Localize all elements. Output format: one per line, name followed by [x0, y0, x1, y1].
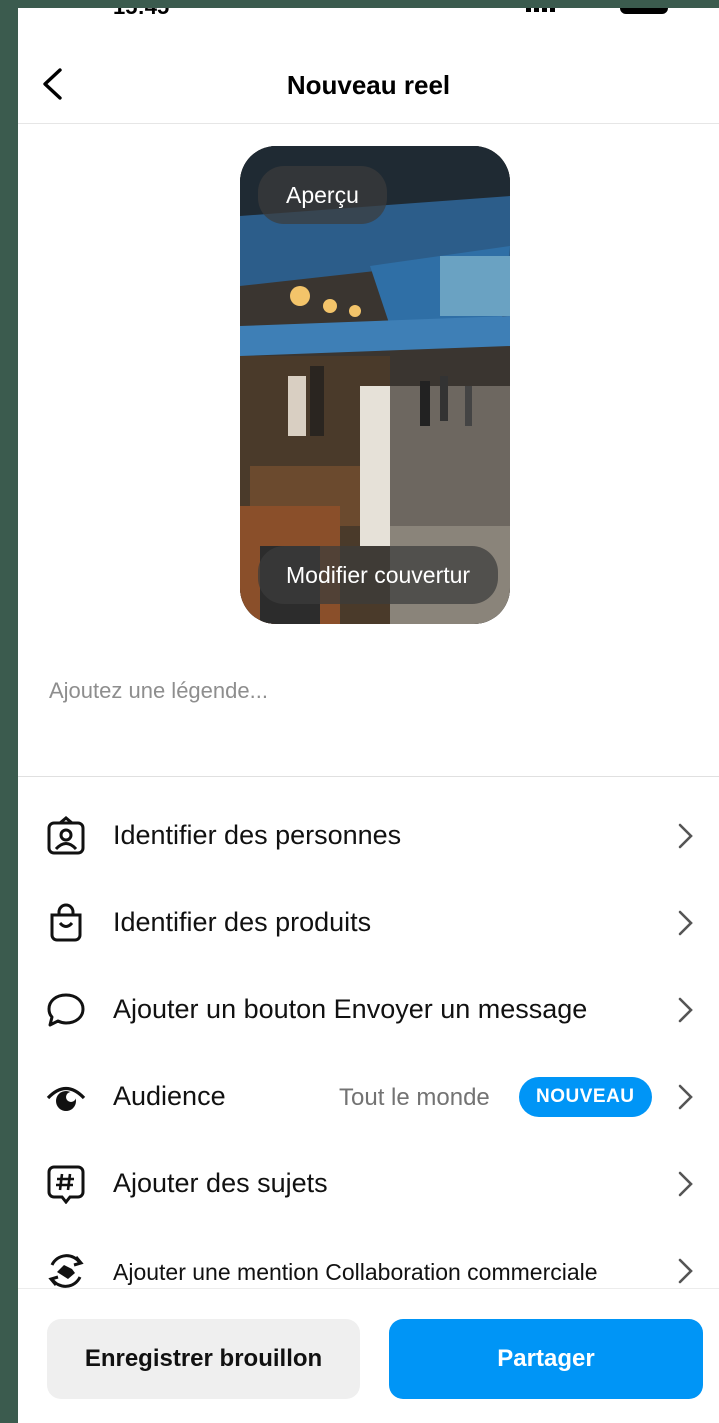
page-title: Nouveau reel	[286, 70, 451, 100]
signal-icon	[526, 8, 555, 12]
app-screen: 15:45 Nouveau reel	[18, 8, 719, 1423]
menu-item-topics[interactable]: Ajouter des sujets	[18, 1144, 719, 1224]
menu-item-message-button[interactable]: Ajouter un bouton Envoyer un message	[18, 970, 719, 1050]
new-badge: NOUVEAU	[519, 1077, 652, 1117]
preview-chip[interactable]: Aperçu	[258, 166, 387, 224]
menu-item-label: Ajouter des sujets	[113, 1168, 328, 1198]
chevron-right-icon	[678, 997, 693, 1023]
share-button[interactable]: Partager	[389, 1319, 703, 1399]
bottom-action-bar: Enregistrer brouillon Partager	[18, 1288, 719, 1423]
save-draft-button[interactable]: Enregistrer brouillon	[47, 1319, 360, 1399]
chevron-right-icon	[678, 1084, 693, 1110]
chevron-right-icon	[678, 823, 693, 849]
tag-person-icon	[47, 816, 85, 855]
hashtag-icon	[47, 1165, 85, 1204]
eye-icon	[46, 1086, 86, 1111]
menu-item-tag-products[interactable]: Identifier des produits	[18, 883, 719, 963]
audience-value: Tout le monde	[339, 1084, 490, 1111]
menu-item-audience[interactable]: Audience Tout le monde NOUVEAU	[18, 1057, 719, 1137]
edit-cover-chip[interactable]: Modifier couvertur	[258, 546, 499, 604]
divider	[18, 776, 719, 777]
shopping-bag-icon	[50, 903, 82, 942]
header: Nouveau reel	[18, 48, 719, 124]
chevron-right-icon	[678, 1258, 693, 1284]
chevron-right-icon	[678, 1171, 693, 1197]
menu-item-label: Identifier des personnes	[113, 820, 402, 850]
status-time: 15:45	[113, 8, 169, 20]
menu-item-label: Ajouter une mention Collaboration commer…	[113, 1259, 598, 1285]
menu-item-tag-people[interactable]: Identifier des personnes	[18, 796, 719, 876]
handshake-icon	[48, 1254, 84, 1288]
menu-item-label: Ajouter un bouton Envoyer un message	[113, 994, 588, 1024]
reel-preview[interactable]: Aperçu Modifier couvertur	[240, 146, 510, 624]
status-bar: 15:45	[18, 8, 719, 20]
battery-icon	[620, 8, 668, 14]
menu-item-label: Identifier des produits	[113, 907, 372, 937]
chevron-right-icon	[678, 910, 693, 936]
menu-item-label: Audience	[113, 1081, 226, 1111]
message-bubble-icon	[47, 993, 85, 1027]
caption-input[interactable]: Ajoutez une légende...	[49, 678, 268, 704]
